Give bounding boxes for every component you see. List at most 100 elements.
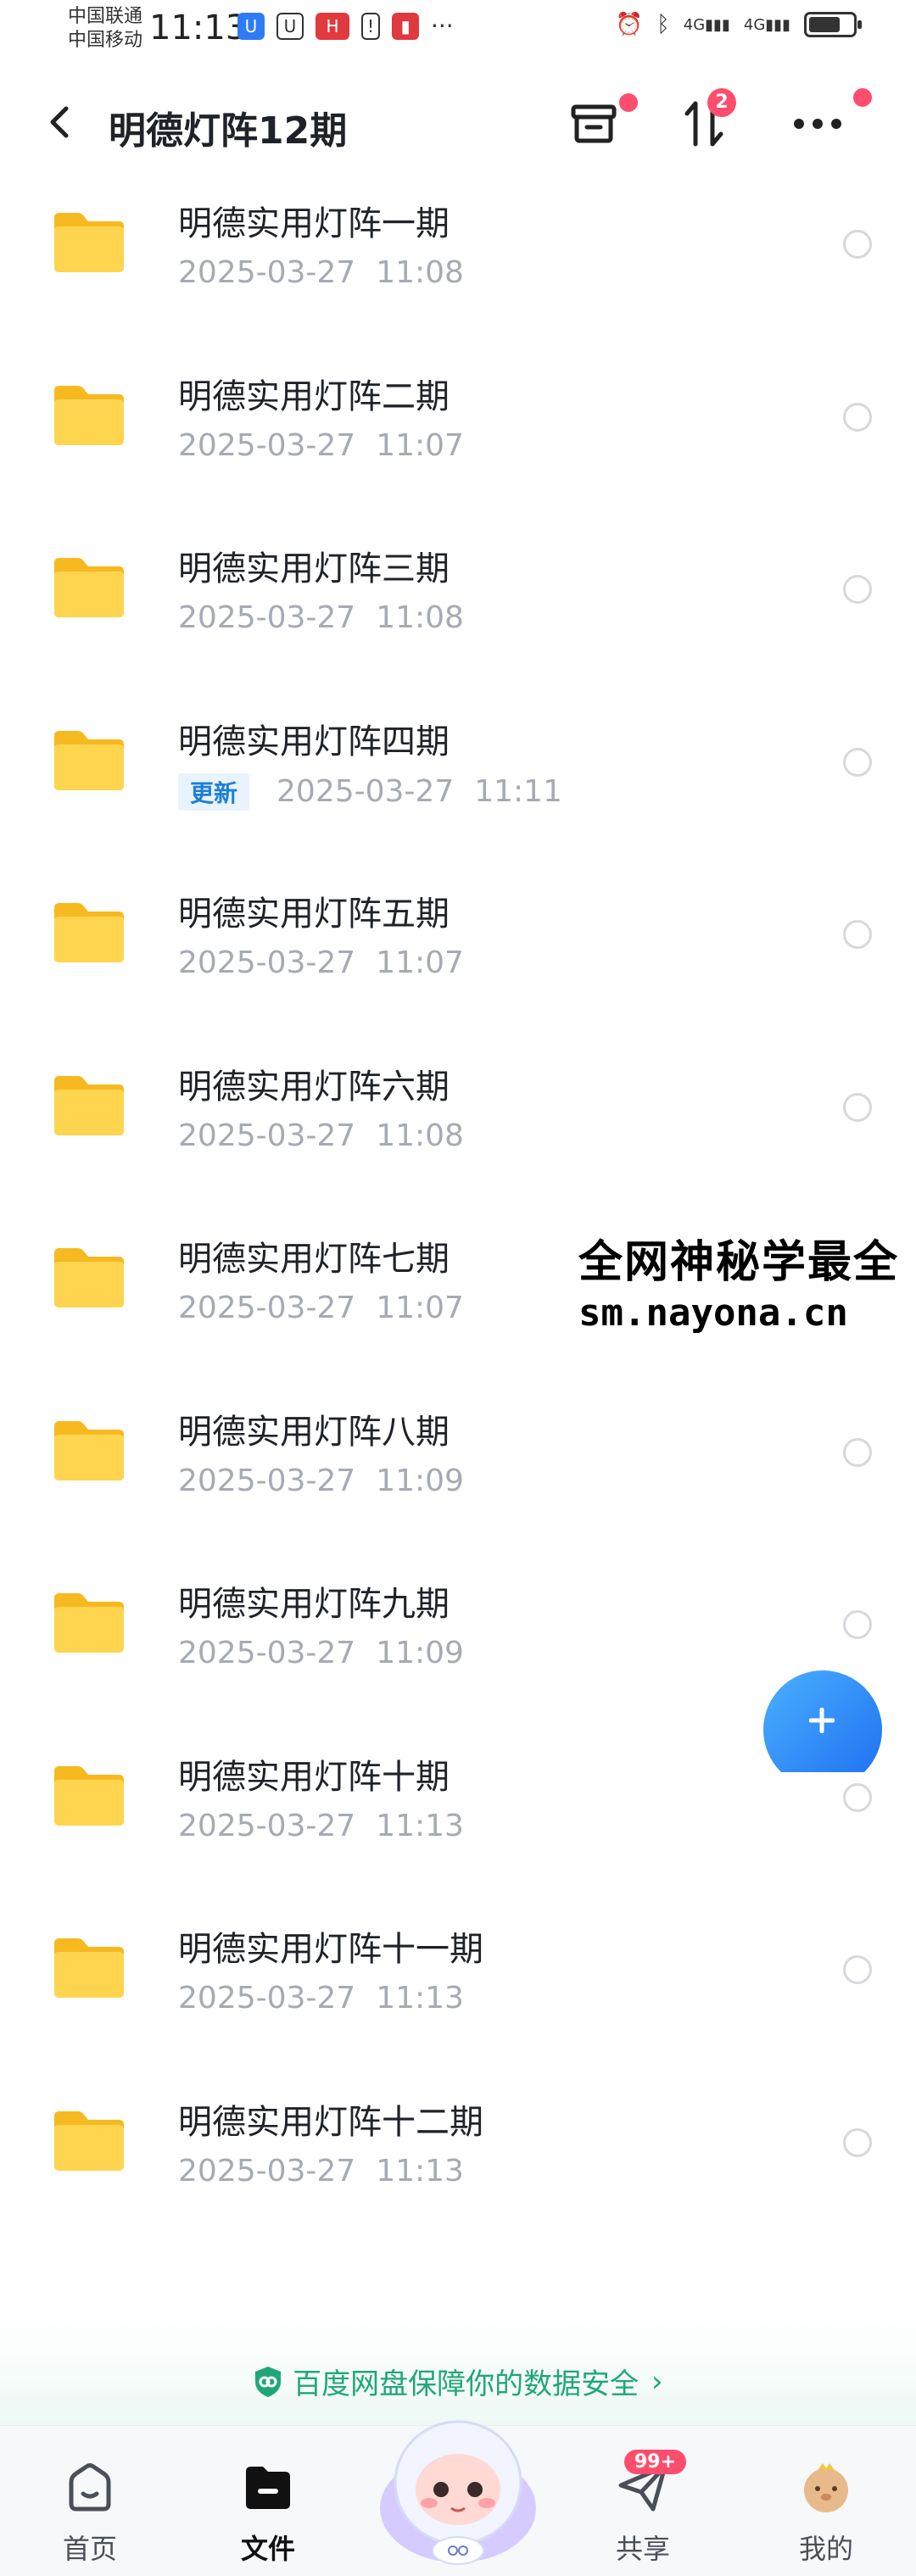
nav-home-label: 首页 xyxy=(62,2533,117,2565)
page-title: 明德灯阵12期 xyxy=(109,109,348,153)
folder-date: 2025-03-27 xyxy=(178,1463,356,1498)
share-count-badge: 99+ xyxy=(624,2450,687,2474)
nav-home[interactable]: 首页 xyxy=(31,2460,149,2567)
folder-time: 11:13 xyxy=(376,1808,464,1843)
network-label-1: 4G xyxy=(683,15,706,34)
list-item[interactable]: 明德实用灯阵四期 更新 2025-03-27 11:11 xyxy=(0,692,916,865)
more-dot-badge xyxy=(853,88,872,107)
watermark-overlay: 全网神秘学最全 sm.nayona.cn xyxy=(572,1221,907,1340)
folder-icon xyxy=(54,1248,124,1308)
battery-icon xyxy=(804,12,862,37)
signal-icon-1: 4G▮▮▮ xyxy=(683,15,730,34)
list-item[interactable]: 明德实用灯阵五期 2025-03-27 11:07 xyxy=(0,864,916,1037)
folder-meta: 更新 2025-03-27 11:11 xyxy=(178,772,562,811)
folder-icon xyxy=(54,1938,124,1998)
nav-share[interactable]: 99+ 共享 xyxy=(584,2450,702,2567)
folder-time: 11:09 xyxy=(376,1636,464,1670)
folder-name: 明德实用灯阵十期 xyxy=(178,1757,450,1797)
folder-name: 明德实用灯阵十二期 xyxy=(178,2102,483,2142)
folder-name: 明德实用灯阵二期 xyxy=(178,376,450,416)
folder-time: 11:13 xyxy=(376,1981,464,2016)
folder-date: 2025-03-27 xyxy=(178,2153,356,2188)
mascot-assistant-button[interactable] xyxy=(363,2389,553,2568)
select-radio[interactable] xyxy=(843,402,872,432)
select-radio[interactable] xyxy=(843,1955,872,1984)
select-radio[interactable] xyxy=(843,575,872,604)
carrier-line-2: 中国移动 xyxy=(68,30,143,51)
select-radio[interactable] xyxy=(843,1610,872,1639)
archive-box-icon xyxy=(571,104,617,143)
huawei-notification-icon: H xyxy=(316,12,349,40)
nav-share-label: 共享 xyxy=(615,2533,670,2565)
mascot-icon xyxy=(380,2420,536,2565)
update-tag: 更新 xyxy=(178,772,250,811)
archive-dot-badge xyxy=(619,93,638,112)
list-item[interactable]: 明德实用灯阵三期 2025-03-27 11:08 xyxy=(0,519,916,692)
folder-meta: 2025-03-27 11:07 xyxy=(178,945,464,980)
select-radio[interactable] xyxy=(843,920,872,949)
bluetooth-icon: ᛒ xyxy=(656,12,670,37)
nav-files[interactable]: 文件 xyxy=(209,2460,327,2567)
folder-name: 明德实用灯阵六期 xyxy=(178,1067,450,1107)
folder-name: 明德实用灯阵七期 xyxy=(178,1240,450,1279)
notification-icons: U U H ! ▮ ··· xyxy=(237,12,454,40)
folder-time: 11:07 xyxy=(376,427,464,463)
folder-meta: 2025-03-27 11:13 xyxy=(178,1981,464,2016)
folder-name: 明德实用灯阵三期 xyxy=(178,549,450,588)
watermark-line-1: 全网神秘学最全 xyxy=(578,1237,900,1288)
back-button[interactable] xyxy=(37,98,85,146)
folder-date: 2025-03-27 xyxy=(178,600,356,635)
folder-icon xyxy=(54,1593,124,1653)
list-item[interactable]: 明德实用灯阵八期 2025-03-27 11:09 xyxy=(0,1382,916,1555)
select-radio[interactable] xyxy=(843,2127,872,2157)
folder-time: 11:11 xyxy=(474,774,562,809)
files-folder-icon xyxy=(246,2467,290,2509)
folder-time: 11:08 xyxy=(376,600,464,635)
nav-mine-label: 我的 xyxy=(798,2533,853,2565)
more-notifications-icon: ··· xyxy=(431,12,454,40)
folder-icon xyxy=(54,903,124,962)
list-item[interactable]: 明德实用灯阵二期 2025-03-27 11:07 xyxy=(0,347,916,520)
status-bar: 中国联通 中国移动 11:13 U U H ! ▮ ··· ⏰ ᛒ 4G▮▮▮ … xyxy=(0,0,916,59)
add-fab-button[interactable] xyxy=(763,1670,882,1772)
folder-time: 11:07 xyxy=(376,1291,464,1325)
select-radio[interactable] xyxy=(843,1437,872,1467)
carrier-line-1: 中国联通 xyxy=(68,6,143,27)
folder-date: 2025-03-27 xyxy=(178,945,356,980)
app-header: 明德灯阵12期 2 xyxy=(0,76,916,170)
more-dots-icon xyxy=(794,119,841,129)
status-time: 11:13 xyxy=(149,8,248,47)
watermark-line-2: sm.nayona.cn xyxy=(578,1291,848,1335)
list-item[interactable]: 明德实用灯阵十二期 2025-03-27 11:13 xyxy=(0,2072,916,2245)
select-radio[interactable] xyxy=(843,1092,872,1122)
plus-icon xyxy=(809,1708,835,1733)
chevron-left-icon xyxy=(50,106,69,138)
folder-date: 2025-03-27 xyxy=(178,1291,356,1325)
list-item[interactable]: 明德实用灯阵六期 2025-03-27 11:08 xyxy=(0,1037,916,1210)
folder-date: 2025-03-27 xyxy=(178,1636,356,1670)
list-item[interactable]: 明德实用灯阵一期 2025-03-27 11:08 xyxy=(0,174,916,347)
archive-button[interactable] xyxy=(560,93,638,154)
folder-date: 2025-03-27 xyxy=(178,427,356,463)
file-list: 明德实用灯阵一期 2025-03-27 11:08 明德实用灯阵二期 2025-… xyxy=(0,174,916,2244)
folder-name: 明德实用灯阵四期 xyxy=(178,722,450,761)
select-radio[interactable] xyxy=(843,1782,872,1812)
battery-alert-icon: ! xyxy=(361,12,380,40)
magnet-icon: U xyxy=(276,12,304,40)
folder-date: 2025-03-27 xyxy=(178,255,356,290)
folder-name: 明德实用灯阵十一期 xyxy=(178,1930,483,1969)
folder-meta: 2025-03-27 11:08 xyxy=(178,600,464,635)
more-options-button[interactable] xyxy=(784,88,872,154)
book-notification-icon: ▮ xyxy=(392,12,419,40)
nav-mine[interactable]: 我的 xyxy=(767,2460,885,2567)
list-item[interactable]: 明德实用灯阵十一期 2025-03-27 11:13 xyxy=(0,1899,916,2072)
carrier-info: 中国联通 中国移动 xyxy=(68,5,142,53)
folder-name: 明德实用灯阵八期 xyxy=(178,1412,450,1452)
folder-name: 明德实用灯阵五期 xyxy=(178,895,450,934)
folder-meta: 2025-03-27 11:07 xyxy=(178,1291,464,1325)
select-radio[interactable] xyxy=(843,230,872,259)
folder-meta: 2025-03-27 11:08 xyxy=(178,1118,464,1153)
folder-time: 11:08 xyxy=(376,1118,464,1153)
transfer-button[interactable]: 2 xyxy=(670,88,738,154)
select-radio[interactable] xyxy=(843,747,872,777)
